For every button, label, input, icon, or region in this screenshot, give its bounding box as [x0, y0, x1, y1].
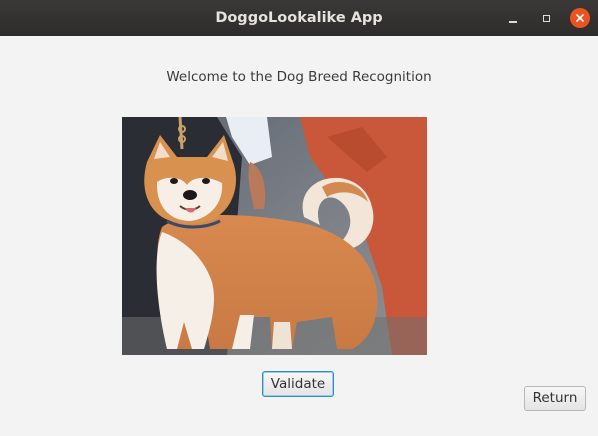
- minimize-button[interactable]: [503, 8, 523, 28]
- app-window: DoggoLookalike App Welcome to the Dog Br…: [0, 0, 598, 436]
- minimize-icon: [509, 21, 517, 23]
- dog-photo-illustration: [122, 117, 427, 355]
- title-bar[interactable]: DoggoLookalike App: [0, 0, 598, 36]
- return-button[interactable]: Return: [524, 386, 586, 411]
- maximize-button[interactable]: [536, 8, 556, 28]
- maximize-icon: [542, 14, 550, 22]
- close-button[interactable]: [570, 8, 590, 28]
- validate-button[interactable]: Validate: [262, 371, 334, 397]
- close-icon: [576, 14, 584, 22]
- welcome-label: Welcome to the Dog Breed Recognition: [166, 69, 432, 85]
- dog-image: [122, 117, 427, 355]
